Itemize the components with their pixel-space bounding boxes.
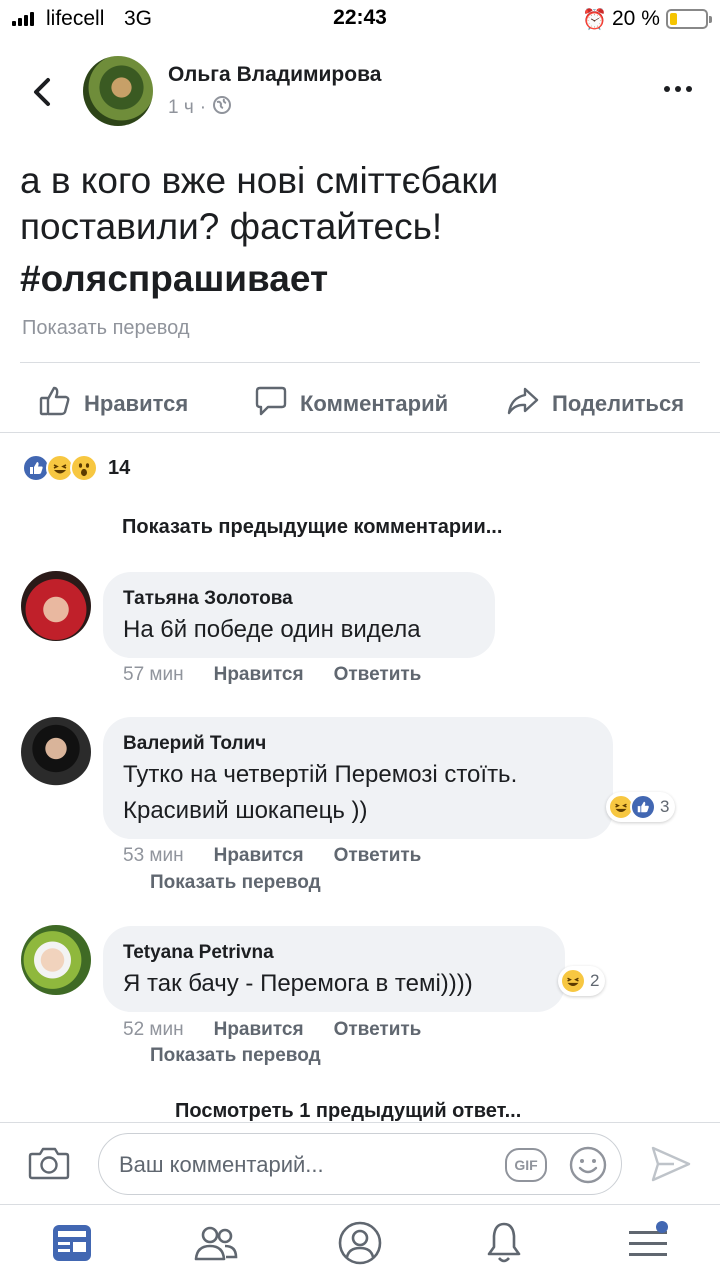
back-button[interactable] xyxy=(28,74,58,110)
show-translation-link[interactable]: Показать перевод xyxy=(22,317,190,340)
author-avatar[interactable] xyxy=(83,56,153,126)
like-icon xyxy=(630,794,656,820)
globe-icon xyxy=(212,95,232,121)
view-previous-reply-link[interactable]: Посмотреть 1 предыдущий ответ... xyxy=(175,1100,521,1123)
bell-icon xyxy=(487,1222,521,1263)
comment-reactions[interactable]: 3 xyxy=(606,792,676,822)
send-icon[interactable] xyxy=(650,1145,692,1188)
avatar[interactable] xyxy=(21,717,91,787)
comment-text: Я так бачу - Перемога в темі)))) xyxy=(123,970,473,997)
avatar[interactable] xyxy=(21,571,91,641)
comment-reply-button[interactable]: Ответить xyxy=(334,664,422,686)
show-previous-comments-link[interactable]: Показать предыдущие комментарии... xyxy=(122,516,502,539)
like-button[interactable]: Нравится xyxy=(38,384,188,424)
news-feed-icon xyxy=(53,1225,91,1261)
status-bar: lifecell 3G 22:43 ⏰ 20 % xyxy=(0,0,720,40)
comment-reply-button[interactable]: Ответить xyxy=(334,1019,422,1041)
post-meta: 1 ч · xyxy=(168,95,232,121)
comment-author[interactable]: Tetyana Petrivna xyxy=(123,940,545,966)
gif-button[interactable]: GIF xyxy=(505,1148,547,1182)
comment-author[interactable]: Валерий Толич xyxy=(123,731,593,757)
dot-separator: · xyxy=(199,97,207,118)
comment-button[interactable]: Комментарий xyxy=(254,384,448,424)
comment-text-line-1: Тутко на четвертій Перемозі стоїть. xyxy=(123,761,518,788)
comment-placeholder: Ваш комментарий... xyxy=(119,1152,324,1177)
tab-notifications[interactable] xyxy=(480,1219,528,1267)
divider xyxy=(20,362,700,363)
comment-text: На 6й победе один видела xyxy=(123,616,421,643)
wow-icon xyxy=(70,454,98,482)
post-hashtag[interactable]: #оляспрашивает xyxy=(20,258,328,300)
share-button[interactable]: Поделиться xyxy=(506,384,684,424)
comment-input[interactable]: Ваш комментарий... GIF xyxy=(98,1133,622,1195)
author-name[interactable]: Ольга Владимирова xyxy=(168,63,381,87)
comment-reply-button[interactable]: Ответить xyxy=(334,845,422,867)
tab-news-feed[interactable] xyxy=(48,1219,96,1267)
comment-bubble-icon xyxy=(254,384,288,424)
post-actions: Нравится Комментарий Поделиться xyxy=(0,364,720,432)
friends-icon xyxy=(194,1226,238,1261)
post-text: а в кого вже нові сміттєбаки поставили? … xyxy=(20,160,499,247)
reactions-count: 14 xyxy=(108,456,131,479)
menu-icon xyxy=(629,1221,668,1256)
show-translation-link[interactable]: Показать перевод xyxy=(150,1045,321,1067)
comment-reaction-count: 2 xyxy=(590,971,600,990)
comment-bubble: Валерий Толич Тутко на четвертій Перемоз… xyxy=(103,717,613,839)
haha-icon xyxy=(560,968,586,994)
tab-friends[interactable] xyxy=(192,1219,240,1267)
reactions-summary[interactable]: 14 xyxy=(22,454,130,482)
comment-reactions[interactable]: 2 xyxy=(558,966,606,996)
share-arrow-icon xyxy=(506,384,540,424)
share-label: Поделиться xyxy=(552,391,685,416)
tab-profile[interactable] xyxy=(336,1219,384,1267)
comment-actions: 57 мин Нравится Ответить xyxy=(123,664,421,686)
comment-bubble: Tetyana Petrivna Я так бачу - Перемога в… xyxy=(103,926,565,1012)
comment-bubble: Татьяна Золотова На 6й победе один видел… xyxy=(103,572,495,658)
comment-time: 53 мин xyxy=(123,845,184,866)
comment-author[interactable]: Татьяна Золотова xyxy=(123,586,475,612)
comment-like-button[interactable]: Нравится xyxy=(214,845,304,867)
avatar[interactable] xyxy=(21,925,91,995)
camera-icon[interactable] xyxy=(28,1145,70,1186)
profile-icon xyxy=(338,1221,382,1265)
comment-time: 52 мин xyxy=(123,1019,184,1040)
comment-composer: Ваш комментарий... GIF xyxy=(0,1122,720,1204)
comment-label: Комментарий xyxy=(300,391,449,416)
more-options-button[interactable] xyxy=(664,86,692,92)
comment-like-button[interactable]: Нравится xyxy=(214,1019,304,1041)
battery-icon xyxy=(666,9,712,29)
emoji-icon[interactable] xyxy=(567,1144,609,1191)
post-time: 1 ч xyxy=(168,97,194,118)
thumbs-up-icon xyxy=(38,384,72,424)
comment-like-button[interactable]: Нравится xyxy=(214,664,304,686)
show-translation-link[interactable]: Показать перевод xyxy=(150,872,321,894)
comment-actions: 52 мин Нравится Ответить xyxy=(123,1019,421,1041)
comment-time: 57 мин xyxy=(123,664,184,685)
divider xyxy=(0,432,720,433)
tab-menu[interactable] xyxy=(624,1219,672,1267)
battery-percent: 20 % xyxy=(612,7,660,30)
comment-text-line-2: Красивий шокапець )) xyxy=(123,797,368,824)
comment-reaction-count: 3 xyxy=(660,797,670,816)
comment-actions: 53 мин Нравится Ответить xyxy=(123,845,421,867)
like-label: Нравится xyxy=(84,391,189,416)
alarm-icon: ⏰ xyxy=(582,9,607,31)
bottom-tab-bar xyxy=(0,1204,720,1280)
